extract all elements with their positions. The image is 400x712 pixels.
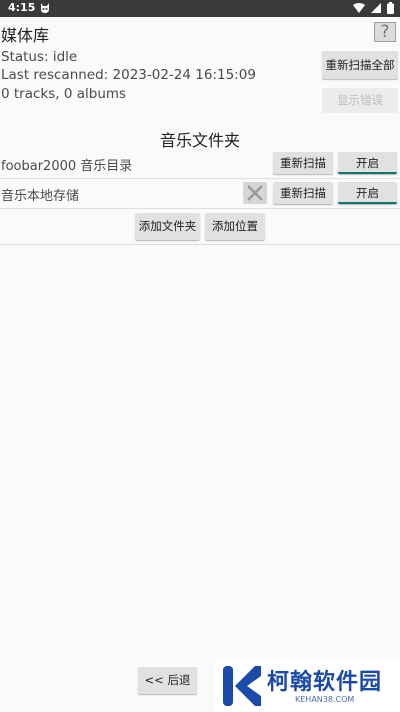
notification-icon: [41, 3, 49, 13]
section-divider: [0, 244, 400, 245]
close-icon: [247, 185, 263, 201]
battery-icon: [387, 2, 394, 14]
watermark-name: 柯翰软件园: [267, 670, 383, 695]
last-rescanned-text: Last rescanned: 2023-02-24 16:15:09: [1, 67, 256, 83]
status-time: 4:15: [8, 1, 36, 14]
music-folders-heading: 音乐文件夹: [159, 131, 240, 150]
folder-toggle-button[interactable]: 开启: [338, 182, 397, 204]
rescan-folder-button[interactable]: 重新扫描: [273, 182, 333, 204]
watermark-logo-icon: [223, 666, 261, 706]
page-title: 媒体库: [1, 26, 50, 45]
add-folder-button[interactable]: 添加文件夹: [135, 213, 200, 240]
add-location-button[interactable]: 添加位置: [205, 213, 265, 240]
library-summary: 0 tracks, 0 albums: [1, 86, 127, 102]
row-divider: [0, 208, 400, 209]
remove-folder-button[interactable]: [243, 182, 267, 204]
folder-toggle-button[interactable]: 开启: [338, 152, 397, 174]
rescan-all-button[interactable]: 重新扫描全部: [322, 51, 398, 79]
row-divider: [0, 178, 400, 179]
watermark: 柯翰软件园 KEHAN38.COM: [215, 660, 400, 712]
status-text: Status: idle: [1, 49, 78, 65]
folder-name: foobar2000 音乐目录: [1, 159, 133, 174]
show-errors-button[interactable]: 显示错误: [322, 88, 398, 113]
signal-icon: [371, 3, 381, 13]
folder-name: 音乐本地存储: [1, 189, 80, 204]
status-bar: 4:15: [0, 0, 400, 17]
wifi-icon: [353, 3, 365, 13]
back-button[interactable]: << 后退: [138, 667, 197, 694]
help-button[interactable]: ?: [374, 22, 396, 42]
rescan-folder-button[interactable]: 重新扫描: [273, 152, 333, 174]
watermark-url: KEHAN38.COM: [295, 695, 355, 704]
